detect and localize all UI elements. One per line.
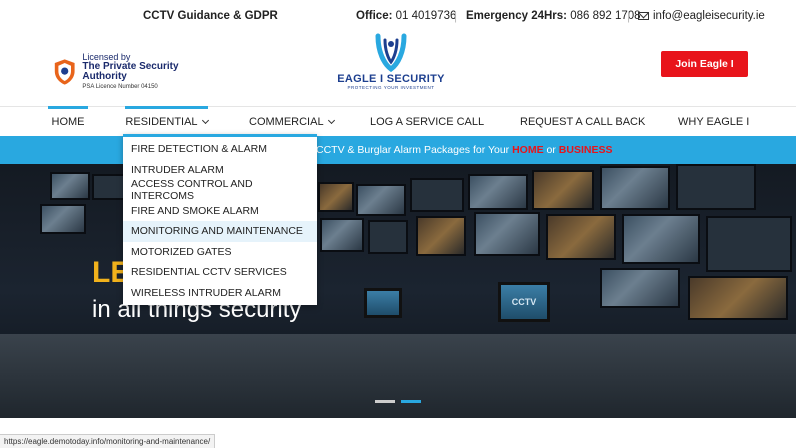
nav-item-request-call-back[interactable]: REQUEST A CALL BACK	[520, 107, 645, 137]
promo-business-link[interactable]: BUSINESS	[559, 144, 613, 156]
monitor-screen	[600, 166, 670, 210]
promo-or: or	[546, 144, 556, 156]
nav-item-log-service-call[interactable]: LOG A SERVICE CALL	[370, 107, 484, 137]
slider-dot-active[interactable]	[401, 400, 421, 403]
hero-slider: CCTV LE in all things security	[0, 164, 796, 418]
nav-item-home[interactable]: HOME	[48, 106, 88, 137]
main-nav: HOME RESIDENTIAL COMMERCIAL LOG A SERVIC…	[0, 106, 796, 136]
monitor-screen	[320, 218, 364, 252]
site-header: Licensed by The Private Security Authori…	[0, 32, 796, 106]
residential-dropdown: FIRE DETECTION & ALARM INTRUDER ALARM AC…	[123, 134, 317, 305]
dropdown-item-intruder-alarm[interactable]: INTRUDER ALARM	[123, 160, 317, 181]
monitor-screen	[410, 178, 464, 212]
dropdown-item-residential-cctv[interactable]: RESIDENTIAL CCTV SERVICES	[123, 262, 317, 283]
nav-item-label: COMMERCIAL	[249, 116, 324, 128]
monitor-screen	[368, 220, 408, 254]
dropdown-item-fire-smoke-alarm[interactable]: FIRE AND SMOKE ALARM	[123, 201, 317, 222]
browser-status-url: https://eagle.demotoday.info/monitoring-…	[0, 434, 216, 448]
nav-item-label: RESIDENTIAL	[125, 116, 198, 128]
monitor-screen	[676, 164, 756, 210]
chevron-down-icon	[327, 116, 335, 125]
nav-item-commercial[interactable]: COMMERCIAL	[249, 107, 335, 137]
gdpr-link[interactable]: CCTV Guidance & GDPR	[143, 10, 278, 22]
monitor-screen	[532, 170, 594, 210]
chevron-down-icon	[201, 116, 209, 125]
slider-dots	[375, 400, 421, 403]
monitor-screen	[688, 276, 788, 320]
envelope-icon	[638, 12, 649, 20]
psa-badge: Licensed by The Private Security Authori…	[53, 49, 211, 95]
divider: |	[627, 9, 631, 23]
slider-dot[interactable]	[375, 400, 395, 403]
monitor-screen	[40, 204, 86, 234]
office-label: Office:	[356, 10, 393, 22]
dropdown-item-wireless-intruder-alarm[interactable]: WIRELESS INTRUDER ALARM	[123, 283, 317, 304]
monitor-screen	[706, 216, 792, 272]
dropdown-item-access-control[interactable]: ACCESS CONTROL AND INTERCOMS	[123, 178, 317, 202]
promo-text: CCTV & Burglar Alarm Packages for Your	[316, 144, 510, 156]
join-button[interactable]: Join Eagle I	[661, 51, 748, 77]
dropdown-item-motorized-gates[interactable]: MOTORIZED GATES	[123, 242, 317, 263]
nav-item-label: LOG A SERVICE CALL	[370, 116, 485, 128]
top-bar: CCTV Guidance & GDPR Office: 01 4019736 …	[0, 0, 796, 32]
nav-item-label: HOME	[51, 116, 85, 128]
promo-message: CCTV & Burglar Alarm Packages for Your H…	[316, 144, 612, 156]
monitor-screen	[622, 214, 700, 264]
psa-shield-icon	[54, 59, 75, 85]
emergency-label: Emergency 24Hrs:	[466, 10, 567, 22]
office-number: 01 4019736	[395, 10, 457, 22]
cctv-monitor: CCTV	[498, 282, 550, 322]
dropdown-item-fire-detection[interactable]: FIRE DETECTION & ALARM	[123, 139, 317, 160]
office-phone[interactable]: Office: 01 4019736	[356, 10, 456, 22]
monitor-screen	[546, 214, 616, 260]
monitor-screen	[474, 212, 540, 256]
promo-strip: CCTV & Burglar Alarm Packages for Your H…	[0, 136, 796, 164]
psa-line-2: The Private Security Authority	[82, 61, 179, 82]
control-desk	[0, 334, 796, 418]
email-address: info@eagleisecurity.ie	[653, 10, 765, 22]
monitor-screen	[468, 174, 528, 210]
divider: |	[454, 9, 458, 23]
monitor-screen	[600, 268, 680, 308]
monitor-screen	[318, 182, 354, 212]
nav-item-label: WHY EAGLE I	[678, 116, 750, 128]
nav-item-label: REQUEST A CALL BACK	[520, 116, 646, 128]
monitor-screen	[356, 184, 406, 216]
monitor-screen	[416, 216, 466, 256]
nav-item-residential[interactable]: RESIDENTIAL	[125, 106, 209, 137]
emergency-phone[interactable]: Emergency 24Hrs: 086 892 1708	[466, 10, 641, 22]
psa-line-3: PSA Licence Number 04150	[82, 84, 158, 90]
email-link[interactable]: info@eagleisecurity.ie	[638, 10, 765, 22]
site-logo[interactable]: EAGLE I SECURITY PROTECTING YOUR INVESTM…	[336, 32, 446, 102]
logo-tagline: PROTECTING YOUR INVESTMENT	[347, 85, 435, 90]
eagle-logo-icon	[375, 33, 407, 72]
cctv-monitor-label: CCTV	[511, 297, 537, 307]
promo-home-link[interactable]: HOME	[512, 144, 544, 156]
dropdown-item-monitoring-maintenance[interactable]: MONITORING AND MAINTENANCE	[123, 221, 317, 242]
nav-item-why-eagle-i[interactable]: WHY EAGLE I	[678, 107, 749, 137]
logo-name: EAGLE I SECURITY	[337, 73, 445, 85]
monitor-screen	[50, 172, 90, 200]
cctv-monitor	[364, 288, 402, 318]
